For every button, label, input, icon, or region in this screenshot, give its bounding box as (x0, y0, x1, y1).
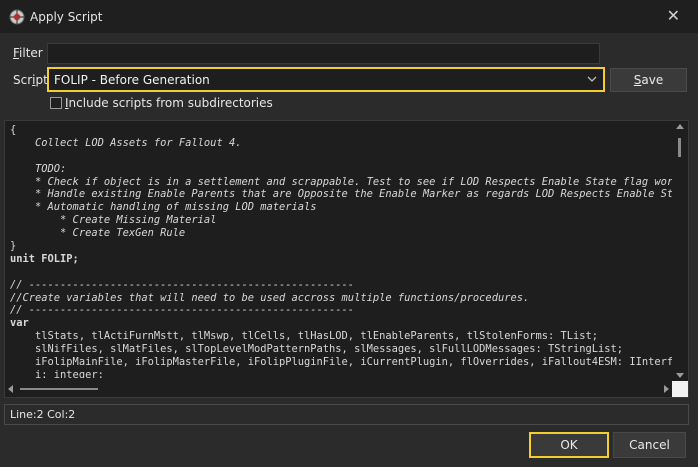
include-subdirectories-label[interactable]: Include scripts from subdirectories (65, 96, 273, 110)
filter-label: Filter (13, 46, 43, 60)
scroll-down-icon[interactable] (676, 373, 684, 378)
close-icon[interactable]: ✕ (667, 7, 680, 25)
status-bar: Line:2 Col:2 (4, 404, 689, 425)
cursor-position: Line:2 Col:2 (10, 408, 76, 421)
code-line: } (10, 240, 17, 253)
code-line: Collect LOD Assets for Fallout 4. (10, 136, 242, 149)
title-bar: Apply Script ✕ (0, 0, 698, 33)
code-line: iFolipMainFile, iFolipMasterFile, iFolip… (10, 356, 673, 369)
include-subdirectories-checkbox[interactable] (50, 97, 62, 109)
filter-input[interactable] (47, 43, 600, 64)
cancel-button[interactable]: Cancel (613, 432, 686, 458)
scrollbar-corner (672, 381, 688, 397)
scroll-up-icon[interactable] (676, 124, 684, 129)
code-line: // -------------------------------------… (10, 304, 355, 317)
ok-button[interactable]: OK (529, 432, 609, 458)
horizontal-scroll-thumb[interactable] (20, 388, 98, 390)
script-editor[interactable]: { Collect LOD Assets for Fallout 4. TODO… (4, 120, 689, 398)
chevron-down-icon (587, 76, 597, 82)
script-dropdown[interactable]: FOLIP - Before Generation (47, 67, 605, 92)
save-button[interactable]: Save (610, 68, 687, 92)
code-line: var (10, 317, 29, 330)
code-line: i: integer; (10, 368, 104, 378)
code-line: { (10, 124, 17, 136)
vertical-scrollbar[interactable] (672, 121, 688, 381)
code-line: slNifFiles, slMatFiles, slTopLevelModPat… (10, 343, 624, 356)
window-title: Apply Script (30, 10, 103, 24)
code-line: * Create Missing Material (10, 214, 217, 227)
code-line: * Automatic handling of missing LOD mate… (10, 201, 317, 214)
code-line: TODO: (10, 162, 67, 175)
code-line: unit FOLIP; (10, 252, 79, 265)
script-dropdown-value: FOLIP - Before Generation (54, 73, 210, 87)
script-label: Script (13, 73, 48, 87)
scroll-right-icon[interactable] (664, 385, 669, 393)
code-line: * Check if object is in a settlement and… (10, 175, 673, 188)
code-line: tlStats, tlActiFurnMstt, tlMswp, tlCells… (10, 330, 599, 343)
code-line: // -------------------------------------… (10, 278, 355, 291)
app-icon (9, 9, 25, 25)
code-line: * Create TexGen Rule (10, 227, 186, 240)
scroll-left-icon[interactable] (8, 385, 13, 393)
code-line: * Handle existing Enable Parents that ar… (10, 188, 673, 201)
code-area[interactable]: { Collect LOD Assets for Fallout 4. TODO… (10, 124, 673, 378)
vertical-scroll-thumb[interactable] (678, 138, 681, 157)
code-line: //Create variables that will need to be … (10, 291, 530, 304)
apply-script-dialog: Filter Script FOLIP - Before Generation … (1, 33, 697, 466)
horizontal-scrollbar[interactable] (5, 381, 672, 397)
